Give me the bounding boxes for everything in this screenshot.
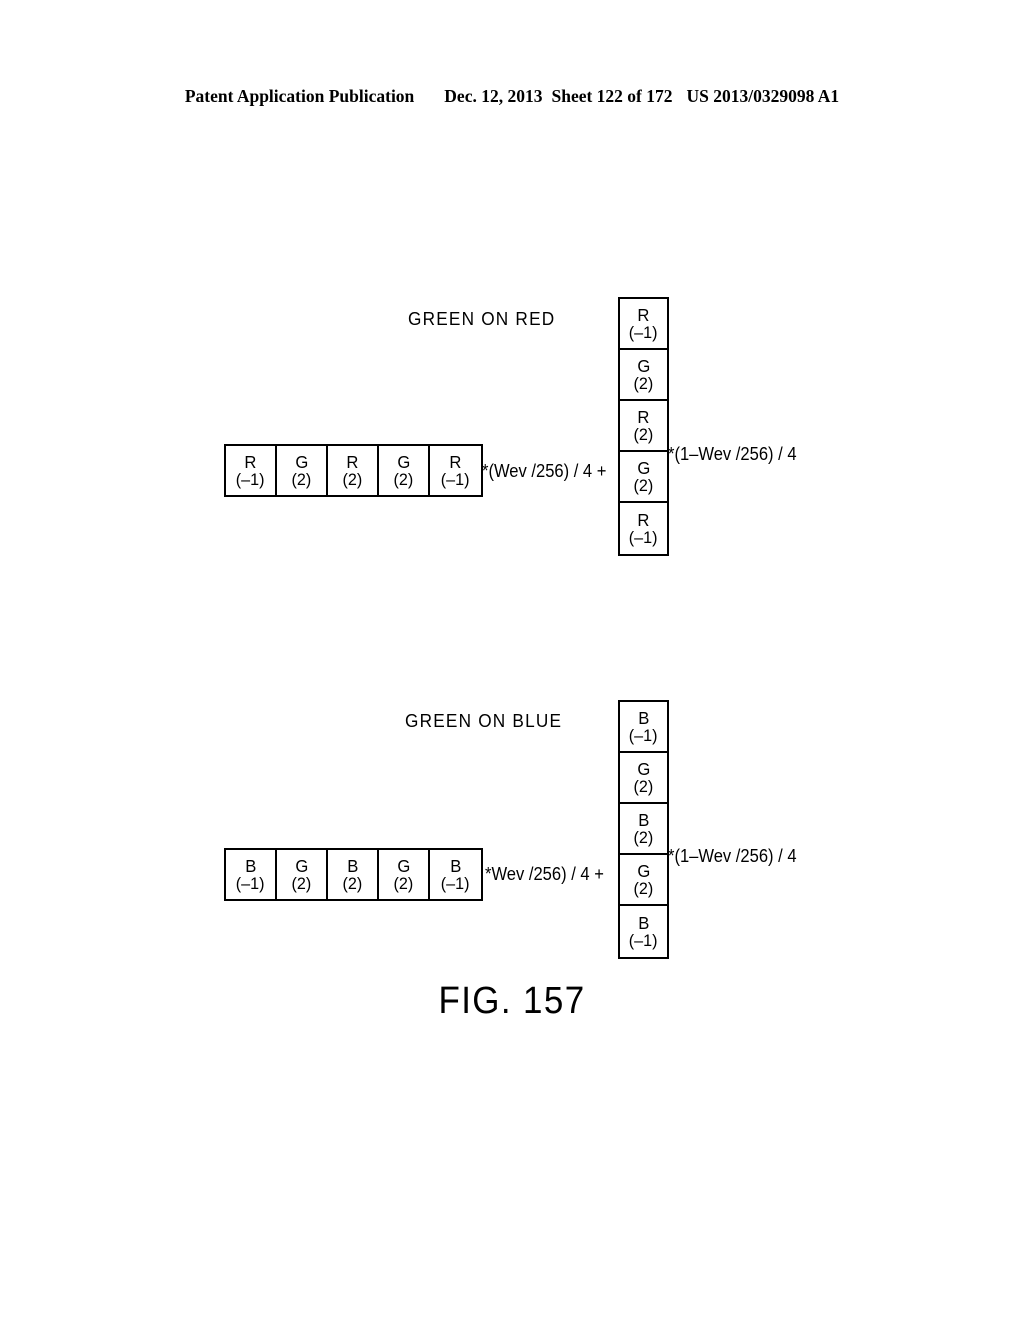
cell-value: (2) (342, 469, 363, 489)
cell-value: (2) (633, 373, 654, 393)
pixel-cell: B (–1) (620, 702, 667, 753)
cell-value: (2) (342, 873, 363, 893)
cell-channel: B (346, 855, 359, 876)
pixel-cell: G (2) (379, 850, 430, 899)
cell-value: (–1) (629, 930, 658, 950)
cell-value: (2) (633, 878, 654, 898)
cell-channel: G (637, 758, 650, 779)
formula-horizontal-weight-green-on-blue: *Wev /256) / 4 + (485, 864, 604, 884)
cell-value: (–1) (629, 322, 658, 342)
cell-value: (–1) (441, 469, 470, 489)
pixel-cell: R (–1) (430, 446, 481, 495)
pixel-cell: B (–1) (620, 906, 667, 957)
cell-channel: B (637, 809, 650, 830)
cell-channel: R (637, 406, 650, 427)
pixel-cell: B (–1) (226, 850, 277, 899)
cell-channel: G (397, 855, 410, 876)
cell-channel: R (637, 304, 650, 325)
pixel-cell: G (2) (620, 753, 667, 804)
group-label-green-on-red: GREEN ON RED (408, 308, 556, 329)
pixel-cell: R (2) (620, 401, 667, 452)
pixel-cell: R (–1) (226, 446, 277, 495)
cell-channel: B (637, 707, 650, 728)
pixel-cell: G (2) (379, 446, 430, 495)
pixel-column-green-on-red: R (–1) G (2) R (2) G (2) R (–1) (618, 297, 669, 556)
cell-channel: B (244, 855, 257, 876)
pixel-cell: G (2) (277, 446, 328, 495)
figure-157-diagram: GREEN ON RED R (–1) G (2) R (2) G (2) R … (0, 0, 1024, 1320)
pixel-cell: B (2) (328, 850, 379, 899)
cell-value: (–1) (441, 873, 470, 893)
pixel-cell: R (–1) (620, 503, 667, 554)
figure-caption: FIG. 157 (438, 980, 586, 1022)
cell-value: (–1) (629, 527, 658, 547)
cell-channel: B (449, 855, 462, 876)
pixel-cell: B (2) (620, 804, 667, 855)
cell-channel: G (397, 451, 410, 472)
pixel-row-green-on-red: R (–1) G (2) R (2) G (2) R (–1) (224, 444, 483, 497)
cell-channel: R (346, 451, 359, 472)
cell-value: (–1) (236, 469, 265, 489)
formula-vertical-weight-green-on-blue: *(1–Wev /256) / 4 (668, 846, 797, 866)
pixel-cell: R (2) (328, 446, 379, 495)
cell-value: (–1) (629, 725, 658, 745)
formula-vertical-weight-green-on-red: *(1–Wev /256) / 4 (668, 444, 797, 464)
cell-value: (–1) (236, 873, 265, 893)
cell-channel: G (637, 457, 650, 478)
cell-value: (2) (633, 475, 654, 495)
pixel-row-green-on-blue: B (–1) G (2) B (2) G (2) B (–1) (224, 848, 483, 901)
cell-channel: R (449, 451, 462, 472)
pixel-cell: G (2) (620, 350, 667, 401)
pixel-cell: G (2) (620, 855, 667, 906)
pixel-cell: G (2) (620, 452, 667, 503)
cell-channel: G (637, 355, 650, 376)
cell-channel: R (244, 451, 257, 472)
pixel-cell: R (–1) (620, 299, 667, 350)
formula-horizontal-weight-green-on-red: *(Wev /256) / 4 + (482, 461, 607, 481)
cell-value: (2) (291, 873, 312, 893)
cell-value: (2) (633, 776, 654, 796)
cell-channel: G (295, 855, 308, 876)
pixel-column-green-on-blue: B (–1) G (2) B (2) G (2) B (–1) (618, 700, 669, 959)
cell-channel: R (637, 509, 650, 530)
cell-value: (2) (393, 469, 414, 489)
cell-value: (2) (633, 827, 654, 847)
pixel-cell: G (2) (277, 850, 328, 899)
cell-value: (2) (633, 424, 654, 444)
group-label-green-on-blue: GREEN ON BLUE (405, 710, 563, 731)
cell-channel: G (637, 860, 650, 881)
cell-channel: G (295, 451, 308, 472)
cell-value: (2) (291, 469, 312, 489)
pixel-cell: B (–1) (430, 850, 481, 899)
cell-value: (2) (393, 873, 414, 893)
cell-channel: B (637, 912, 650, 933)
